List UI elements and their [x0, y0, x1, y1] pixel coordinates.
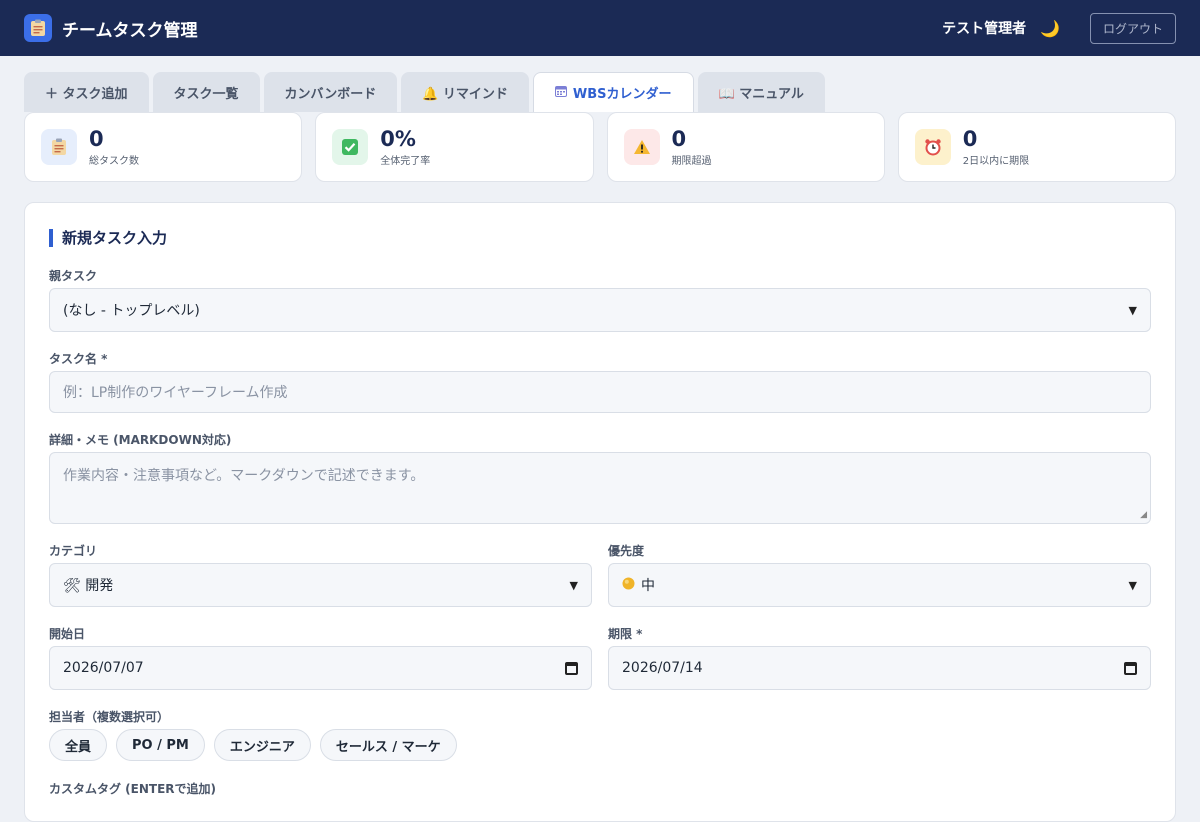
start-date-input[interactable]: 2026/07/07	[49, 646, 592, 690]
brand: チームタスク管理	[24, 14, 198, 42]
tab-manual[interactable]: 📖 マニュアル	[697, 72, 825, 112]
resize-handle-icon[interactable]: ◢	[1140, 510, 1147, 520]
tab-kanban[interactable]: カンバンボード	[263, 72, 398, 112]
stat-due-soon: 0 2日以内に期限	[897, 112, 1176, 182]
stat-label: 2日以内に期限	[962, 155, 1030, 167]
user-name: テスト管理者	[942, 21, 1027, 37]
priority-label: 優先度	[608, 544, 645, 558]
stat-total-tasks: 0 総タスク数	[24, 112, 303, 182]
app-title: チームタスク管理	[62, 20, 198, 41]
stat-label: 全体完了率	[380, 155, 431, 167]
calendar-picker-icon[interactable]	[1124, 661, 1137, 675]
stat-value: 0	[671, 126, 687, 151]
due-date-label: 期限 *	[608, 627, 643, 641]
tab-wbs-calendar[interactable]: WBSカレンダー	[532, 72, 694, 112]
stat-value: 0%	[380, 126, 416, 151]
category-select[interactable]: 🛠 開発 ▼	[49, 563, 592, 607]
assignees-label: 担当者（複数選択可）	[49, 710, 170, 724]
chevron-down-icon: ▼	[569, 578, 578, 592]
stats-row: 0 総タスク数 0% 全体完了率 0 期限超過 0 2日以内に期限	[24, 112, 1176, 182]
task-name-input[interactable]: 例：LP制作のワイヤーフレーム作成	[49, 371, 1151, 413]
form-title: 新規タスク入力	[49, 229, 1151, 247]
checkmark-icon	[332, 129, 369, 165]
calendar-icon	[554, 85, 567, 100]
calendar-picker-icon[interactable]	[565, 661, 578, 675]
top-bar: チームタスク管理 テスト管理者 🌙 ログアウト	[0, 0, 1200, 56]
assignee-chip-po-pm[interactable]: PO / PM	[116, 729, 205, 761]
category-label: カテゴリ	[49, 544, 98, 558]
tab-task-list[interactable]: タスク一覧	[152, 72, 260, 112]
chevron-down-icon: ▼	[1128, 578, 1137, 592]
clipboard-icon	[41, 129, 77, 165]
parent-task-label: 親タスク	[49, 269, 98, 283]
stat-value: 0	[89, 126, 104, 151]
due-date-input[interactable]: 2026/07/14	[608, 646, 1151, 690]
priority-select[interactable]: 中 ▼	[608, 563, 1151, 607]
assignee-chip-sales-marketing[interactable]: セールス / マーケ	[319, 729, 457, 761]
assignee-chip-all[interactable]: 全員	[49, 729, 108, 761]
stat-label: 総タスク数	[89, 155, 139, 167]
details-textarea[interactable]: 作業内容・注意事項など。マークダウンで記述できます。 ◢	[49, 452, 1151, 524]
assignee-chip-engineer[interactable]: エンジニア	[213, 729, 311, 761]
tab-remind[interactable]: 🔔 リマインド	[401, 72, 529, 112]
moon-icon[interactable]: 🌙	[1040, 19, 1060, 38]
stat-label: 期限超過	[671, 155, 712, 167]
stat-overdue: 0 期限超過	[606, 112, 885, 182]
stat-value: 0	[962, 126, 978, 151]
tab-bar: ＋ タスク追加 タスク一覧 カンバンボード 🔔 リマインド WBSカレンダー 📖…	[24, 72, 825, 112]
parent-task-select[interactable]: (なし - トップレベル) ▼	[49, 288, 1151, 332]
logout-button[interactable]: ログアウト	[1090, 12, 1176, 44]
start-date-label: 開始日	[49, 627, 86, 641]
alarm-clock-icon	[914, 129, 951, 165]
tab-add-task[interactable]: ＋ タスク追加	[24, 72, 149, 112]
chevron-down-icon: ▼	[1128, 303, 1137, 317]
assignee-chips: 全員 PO / PM エンジニア セールス / マーケ	[49, 729, 457, 761]
custom-tags-label: カスタムタグ (ENTERで追加)	[49, 782, 217, 796]
task-name-label: タスク名 *	[49, 352, 108, 366]
new-task-form: 新規タスク入力 親タスク (なし - トップレベル) ▼ タスク名 * 例：LP…	[24, 202, 1176, 822]
stat-completion-rate: 0% 全体完了率	[315, 112, 594, 182]
clipboard-icon	[24, 14, 52, 42]
details-label: 詳細・メモ (MARKDOWN対応)	[49, 433, 232, 447]
yellow-circle-icon	[622, 577, 635, 594]
warning-icon	[623, 129, 660, 165]
